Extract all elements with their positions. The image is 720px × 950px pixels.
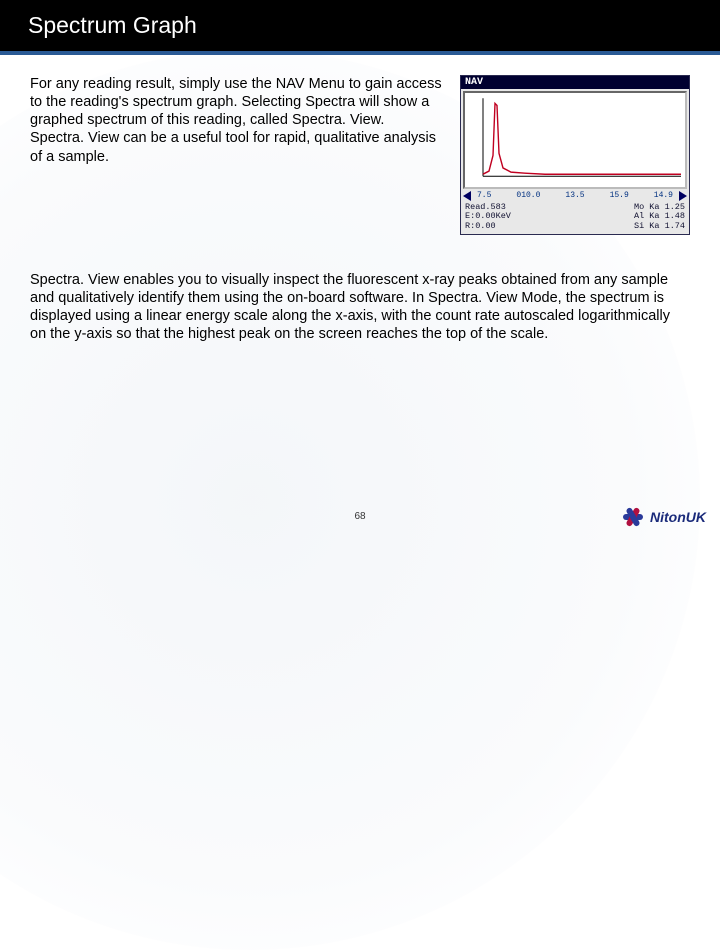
intro-paragraph: For any reading result, simply use the N… xyxy=(30,75,442,166)
brand-logo: NitonUK xyxy=(620,504,706,530)
axis-row: 7.5 010.0 13.5 15.9 14.9 xyxy=(461,191,689,201)
tick: 13.5 xyxy=(565,191,584,200)
info-left: Read.583 E:0.00KeV R:0.00 xyxy=(465,203,511,232)
logo-burst-icon xyxy=(620,504,646,530)
tick: 15.9 xyxy=(610,191,629,200)
screenshot-info: Read.583 E:0.00KeV R:0.00 Mo Ka 1.25 Al … xyxy=(461,201,689,234)
page-number: 68 xyxy=(354,511,365,522)
x-ticks: 7.5 010.0 13.5 15.9 14.9 xyxy=(473,191,677,200)
screenshot-header: NAV xyxy=(461,76,689,89)
detail-paragraph: Spectra. View enables you to visually in… xyxy=(30,271,690,344)
tick: 14.9 xyxy=(654,191,673,200)
tick: 010.0 xyxy=(516,191,540,200)
info-right: Mo Ka 1.25 Al Ka 1.48 Si Ka 1.74 xyxy=(634,203,685,232)
spectraview-screenshot: NAV 7.5 010.0 13.5 15.9 14.9 xyxy=(460,75,690,235)
scroll-left-icon[interactable] xyxy=(463,191,471,201)
spectrum-plot xyxy=(463,91,687,189)
logo-text: NitonUK xyxy=(650,509,706,525)
content-area: For any reading result, simply use the N… xyxy=(0,55,720,344)
scroll-right-icon[interactable] xyxy=(679,191,687,201)
page-title: Spectrum Graph xyxy=(0,0,720,55)
tick: 7.5 xyxy=(477,191,491,200)
